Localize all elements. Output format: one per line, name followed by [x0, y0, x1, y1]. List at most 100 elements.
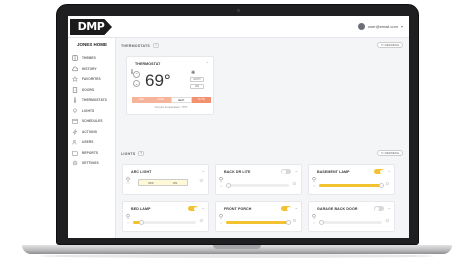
light-name: ARC LIGHT — [131, 170, 152, 174]
sidebar-item-themes[interactable]: THEMES — [68, 53, 116, 64]
sun-icon: ☼ — [291, 218, 298, 224]
fan-icon: ❋ — [191, 70, 196, 76]
sidebar-item-schedules[interactable]: SCHEDULES — [68, 116, 116, 127]
sidebar-item-history[interactable]: HISTORY — [68, 64, 116, 75]
sun-icon: ☼ — [198, 178, 205, 184]
sidebar-item-users[interactable]: USERS — [68, 137, 116, 148]
lights-section-header: LIGHTS 6 — [121, 151, 145, 156]
chevron-down-icon[interactable]: ⌄ — [295, 205, 298, 210]
dimmer-fill — [319, 184, 382, 187]
light-toggle[interactable] — [281, 206, 291, 211]
light-card-arc-light: ARC LIGHT ⌄ OFF ON ○ ☼ — [122, 164, 209, 195]
temp-up-button[interactable]: ⌃ — [133, 71, 140, 78]
dimmer-thumb[interactable] — [379, 183, 384, 188]
sun-small-icon: ○ — [220, 220, 223, 225]
calendar-icon — [72, 118, 78, 124]
laptop-lid: DMP user@email.com ▾ JONES HOME THEMES H… — [56, 4, 419, 245]
sun-small-icon: ○ — [220, 183, 223, 188]
setpoint-temp: 69° — [145, 71, 171, 90]
fan-on-button[interactable]: ON — [190, 84, 204, 89]
chevron-down-icon: ▾ — [400, 24, 403, 29]
light-toggle[interactable] — [281, 169, 291, 174]
light-card-bed-lamp: BED LAMP ⌄ ○ ☼ — [122, 201, 209, 232]
top-bar: DMP user@email.com ▾ — [68, 16, 409, 38]
sidebar-item-reports[interactable]: REPORTS — [68, 148, 116, 159]
refresh-button[interactable]: ↻ REFRESH — [377, 42, 403, 48]
sidebar-item-label: DOORS — [82, 87, 95, 92]
sidebar-item-actions[interactable]: ACTIONS — [68, 127, 116, 138]
thermometer-icon — [72, 97, 78, 104]
mode-cool-button[interactable]: COOL — [151, 97, 171, 103]
sidebar-item-doors[interactable]: DOORS — [68, 85, 116, 96]
section-count-badge[interactable]: 1 — [153, 43, 160, 48]
toggle-knob — [374, 206, 379, 211]
dimmer-slider[interactable] — [133, 220, 196, 225]
sidebar-item-label: THEMES — [82, 56, 96, 61]
sidebar-item-favorites[interactable]: FAVORITES — [68, 74, 116, 85]
toggle-knob — [193, 206, 198, 211]
light-toggle[interactable] — [374, 206, 384, 211]
light-toggle[interactable] — [188, 206, 198, 211]
chevron-down-icon[interactable]: ⌄ — [202, 205, 205, 210]
bulb-icon — [312, 206, 316, 219]
off-button[interactable]: OFF — [139, 180, 163, 185]
dimmer-thumb[interactable] — [286, 220, 291, 225]
mode-heat-button[interactable]: HEAT — [170, 97, 192, 103]
section-count-badge[interactable]: 6 — [138, 151, 145, 156]
light-card-back-dr-lite: BACK DR LITE ⌄ ○ ☼ — [215, 164, 302, 195]
mode-auto-button[interactable]: AUTO — [191, 97, 211, 103]
sidebar-item-label: LIGHTS — [82, 108, 95, 113]
bulb-icon — [312, 169, 316, 182]
current-temperature-note: Current temperature: 70°F — [154, 105, 188, 109]
sidebar-item-label: REPORTS — [82, 150, 99, 155]
light-name: BASEMENT LAMP — [317, 170, 350, 174]
light-card-front-porch: FRONT PORCH ⌄ ○ ☼ — [215, 201, 302, 232]
light-name: BACK DR LITE — [224, 170, 251, 174]
cloud-icon — [72, 66, 78, 72]
sidebar-item-thermostats[interactable]: THERMOSTATS — [68, 95, 116, 106]
dimmer-slider[interactable] — [226, 183, 289, 188]
user-email: user@email.com — [367, 24, 398, 29]
bulb-icon — [72, 108, 78, 114]
sidebar-item-label: SCHEDULES — [82, 119, 103, 124]
light-name: FRONT PORCH — [224, 207, 252, 211]
app-screen: DMP user@email.com ▾ JONES HOME THEMES H… — [68, 16, 409, 238]
main-content: THERMOSTATS 1 ↻ REFRESH THERMOSTAT ⌃ ⌃ ⌄… — [116, 38, 409, 238]
dimmer-slider[interactable] — [226, 220, 291, 225]
sun-icon: ☼ — [291, 181, 298, 187]
fan-auto-button[interactable]: AUTO — [190, 77, 204, 82]
dimmer-slider[interactable] — [319, 183, 384, 188]
sidebar-item-label: HISTORY — [82, 66, 97, 71]
bulb-icon — [126, 206, 130, 219]
sidebar-nav: THEMES HISTORY FAVORITES DOORS THERMOSTA… — [68, 53, 116, 169]
dimmer-fill — [226, 221, 289, 224]
temp-down-button[interactable]: ⌄ — [133, 80, 140, 87]
sidebar-item-lights[interactable]: LIGHTS — [68, 106, 116, 117]
chevron-up-icon[interactable]: ⌃ — [206, 61, 209, 66]
chevron-down-icon[interactable]: ⌄ — [202, 168, 205, 173]
chevron-down-icon[interactable]: ⌄ — [388, 205, 391, 210]
light-toggle[interactable] — [374, 169, 384, 174]
light-name: GARAGE BACK DOOR — [317, 207, 358, 211]
mode-off-button[interactable]: OFF — [132, 97, 152, 103]
refresh-button[interactable]: ↻ REFRESH — [377, 150, 403, 156]
sidebar-item-settings[interactable]: SETTINGS — [68, 158, 116, 169]
dmp-logo[interactable]: DMP — [70, 19, 112, 35]
dimmer-slider[interactable] — [319, 220, 382, 225]
toggle-knob — [379, 169, 384, 174]
chevron-down-icon[interactable]: ⌄ — [295, 168, 298, 173]
card-title: THERMOSTAT — [135, 62, 161, 66]
user-menu[interactable]: user@email.com ▾ — [357, 23, 403, 30]
refresh-label: REFRESH — [384, 43, 399, 47]
sidebar-item-label: USERS — [82, 140, 94, 145]
sidebar: JONES HOME THEMES HISTORY FAVORITES DOOR… — [68, 38, 116, 238]
dimmer-thumb[interactable] — [226, 183, 231, 188]
dimmer-thumb[interactable] — [139, 220, 145, 225]
toggle-knob — [286, 206, 291, 211]
webcam — [237, 9, 240, 12]
dimmer-thumb[interactable] — [319, 220, 324, 225]
on-button[interactable]: ON — [163, 180, 187, 185]
chevron-down-icon[interactable]: ⌄ — [388, 168, 391, 173]
light-card-garage-back-door: GARAGE BACK DOOR ⌄ ○ ☼ — [308, 201, 395, 232]
sun-icon: ☼ — [198, 218, 205, 224]
